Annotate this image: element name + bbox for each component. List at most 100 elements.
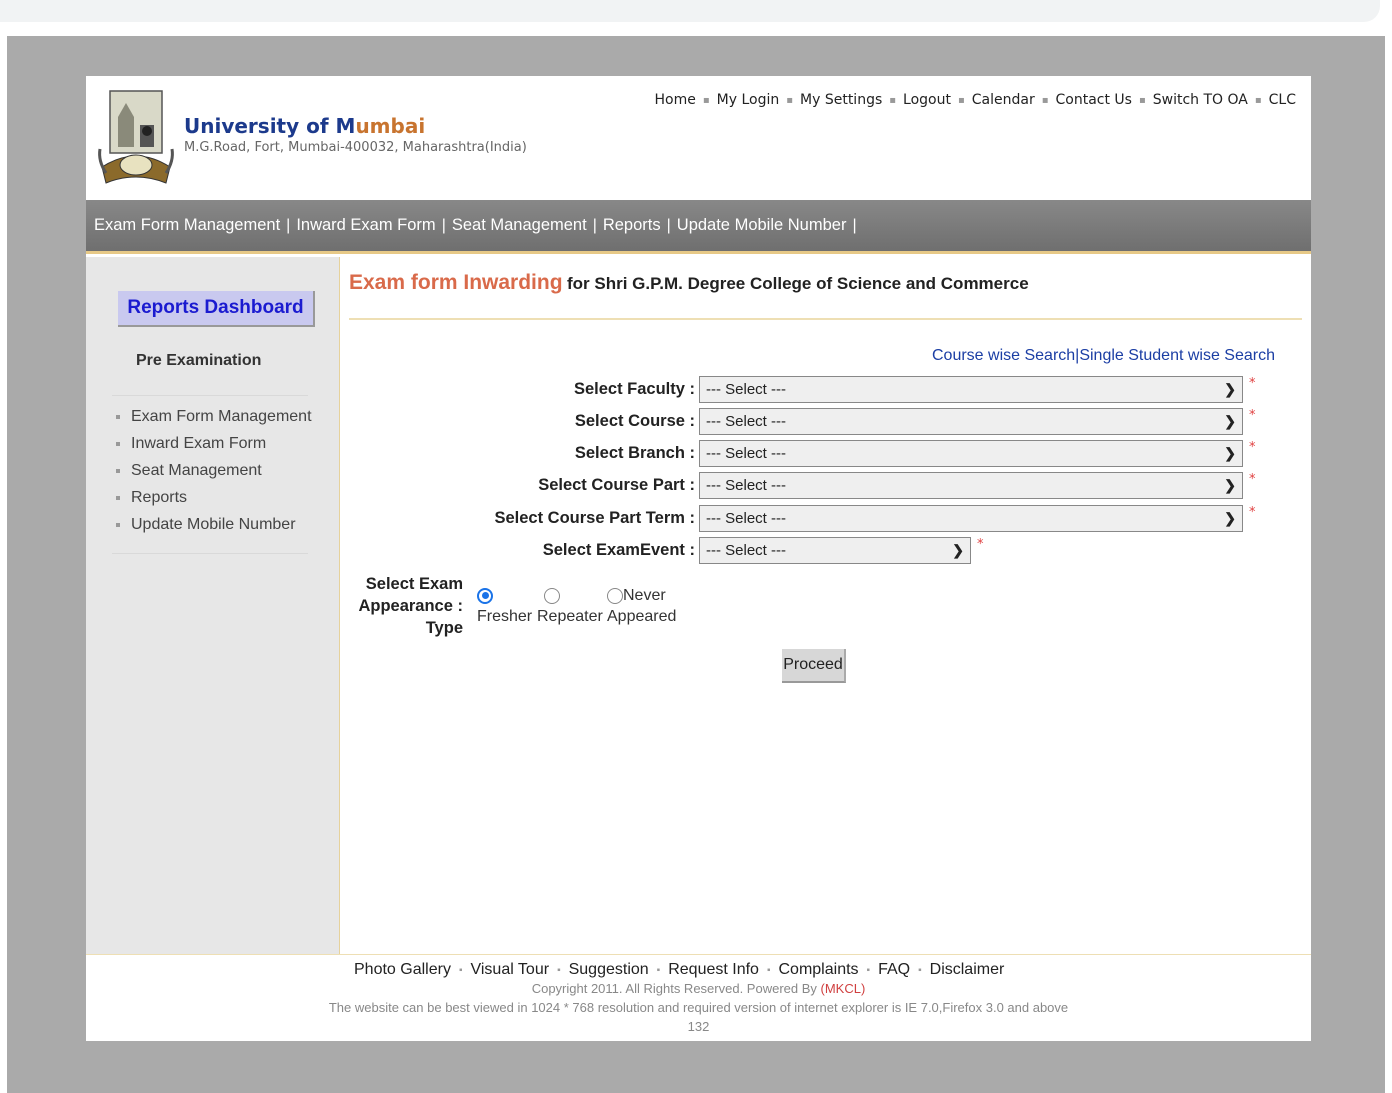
top-link-clc[interactable]: CLC <box>1269 92 1296 108</box>
link-separator: ▪ <box>957 94 965 106</box>
footer-browser-note: The website can be best viewed in 1024 *… <box>328 1000 1069 1015</box>
radio-option-fresher[interactable]: Fresher <box>477 585 532 627</box>
course-row: Select Course : --- Select --- ❯ * <box>349 406 1256 436</box>
chevron-down-icon: ❯ <box>1224 444 1236 461</box>
footer-link-disclaimer[interactable]: Disclaimer <box>930 961 1005 979</box>
required-indicator: * <box>1249 376 1256 391</box>
nav-separator: | <box>592 216 597 234</box>
course-part-term-select-value: --- Select --- <box>706 509 786 527</box>
link-separator: ▪ <box>786 94 794 106</box>
browser-address-bar[interactable] <box>0 0 1380 22</box>
nav-item-seat-management[interactable]: Seat Management <box>452 216 587 235</box>
exam-event-row: Select ExamEvent : --- Select --- ❯ * <box>349 535 984 565</box>
radio-option-never-appeared[interactable]: Never Appeared <box>607 585 676 627</box>
link-separator: ▪ <box>557 964 561 976</box>
course-select[interactable]: --- Select --- ❯ <box>699 407 1243 435</box>
radio-label-never: Never <box>623 587 666 604</box>
link-separator: ▪ <box>766 964 771 976</box>
footer-link-photo-gallery[interactable]: Photo Gallery <box>354 961 451 979</box>
course-wise-search-link[interactable]: Course wise Search <box>932 347 1075 364</box>
sidebar: Reports Dashboard Pre Examination Exam F… <box>86 257 340 954</box>
course-part-select-value: --- Select --- <box>706 476 786 494</box>
sidebar-item-inward-exam-form[interactable]: Inward Exam Form <box>116 430 312 457</box>
page-title: Exam form Inwarding for Shri G.P.M. Degr… <box>349 271 1029 295</box>
chevron-down-icon: ❯ <box>1224 380 1236 397</box>
link-separator: ▪ <box>656 964 661 976</box>
faculty-row: Select Faculty : --- Select --- ❯ * <box>349 374 1256 404</box>
course-select-value: --- Select --- <box>706 412 786 430</box>
page-container: University of Mumbai M.G.Road, Fort, Mum… <box>86 76 1311 1041</box>
sidebar-item-label: Inward Exam Form <box>131 435 267 452</box>
footer-link-request-info[interactable]: Request Info <box>668 961 759 979</box>
sidebar-divider <box>112 553 308 554</box>
radio-button-fresher[interactable] <box>477 587 493 604</box>
appearance-label-line: Type <box>425 619 463 637</box>
single-student-search-link[interactable]: Single Student wise Search <box>1079 347 1275 364</box>
radio-label-fresher: Fresher <box>477 608 533 625</box>
link-separator: ▪ <box>1041 94 1049 106</box>
link-separator: ▪ <box>866 964 871 976</box>
mkcl-link[interactable]: (MKCL) <box>821 981 866 996</box>
sidebar-item-reports[interactable]: Reports <box>116 484 312 511</box>
bullet-icon <box>116 495 120 500</box>
footer-divider <box>86 954 1311 955</box>
sidebar-section-title: Pre Examination <box>136 352 262 369</box>
required-indicator: * <box>1249 505 1256 520</box>
sidebar-divider <box>112 395 308 396</box>
footer-links: Photo Gallery ▪ Visual Tour ▪ Suggestion ▪ Req… <box>354 961 1004 979</box>
branch-select-value: --- Select --- <box>706 444 786 462</box>
nav-item-inward-exam-form[interactable]: Inward Exam Form <box>296 216 435 235</box>
radio-button-repeater[interactable] <box>544 587 560 604</box>
required-indicator: * <box>977 537 984 552</box>
page-title-main: Exam form Inwarding <box>349 271 563 294</box>
sidebar-item-label: Update Mobile Number <box>131 516 296 533</box>
nav-separator: | <box>286 216 291 234</box>
sidebar-item-update-mobile-number[interactable]: Update Mobile Number <box>116 511 312 538</box>
link-separator: ▪ <box>889 94 897 106</box>
faculty-label: Select Faculty : <box>573 379 695 398</box>
sidebar-item-exam-form-management[interactable]: Exam Form Management <box>116 403 312 430</box>
course-label: Select Course : <box>574 411 695 430</box>
footer-link-faq[interactable]: FAQ <box>878 961 910 979</box>
nav-item-reports[interactable]: Reports <box>603 216 661 235</box>
footer-link-complaints[interactable]: Complaints <box>779 961 859 979</box>
chevron-down-icon: ❯ <box>952 541 964 558</box>
link-separator: ▪ <box>1254 94 1262 106</box>
sidebar-item-label: Exam Form Management <box>131 408 312 425</box>
university-crest-logo[interactable] <box>96 87 176 191</box>
faculty-select-value: --- Select --- <box>706 380 786 398</box>
top-links: Home ▪ My Login ▪ My Settings ▪ Logout ▪ Calenda… <box>655 92 1296 108</box>
nav-item-update-mobile-number[interactable]: Update Mobile Number <box>677 216 847 235</box>
branch-select[interactable]: --- Select --- ❯ <box>699 439 1243 467</box>
exam-event-select[interactable]: --- Select --- ❯ <box>699 536 971 564</box>
bullet-icon <box>116 468 120 473</box>
top-link-home[interactable]: Home <box>655 92 696 108</box>
appearance-type-label: Select Exam Appearance : Type <box>349 573 463 639</box>
page-background: University of Mumbai M.G.Road, Fort, Mum… <box>7 36 1385 1093</box>
top-link-my-login[interactable]: My Login <box>717 92 780 108</box>
proceed-button[interactable]: Proceed <box>782 649 846 683</box>
nav-item-exam-form-management[interactable]: Exam Form Management <box>94 216 280 235</box>
top-link-contact-us[interactable]: Contact Us <box>1056 92 1132 108</box>
course-part-term-label: Select Course Part Term : <box>494 508 695 527</box>
browser-top-strip <box>0 0 1392 36</box>
top-link-calendar[interactable]: Calendar <box>972 92 1035 108</box>
course-part-term-select[interactable]: --- Select --- ❯ <box>699 504 1243 532</box>
faculty-select[interactable]: --- Select --- ❯ <box>699 375 1243 403</box>
branch-label: Select Branch : <box>574 443 695 462</box>
university-title-part1: University of M <box>184 114 356 138</box>
branch-row: Select Branch : --- Select --- ❯ * <box>349 438 1256 468</box>
radio-button-never-appeared[interactable] <box>607 587 623 604</box>
top-link-my-settings[interactable]: My Settings <box>800 92 882 108</box>
title-divider <box>349 318 1302 320</box>
appearance-label-line: Appearance : <box>358 597 463 615</box>
top-link-logout[interactable]: Logout <box>903 92 951 108</box>
radio-option-repeater[interactable]: Repeater <box>537 585 603 627</box>
footer-link-visual-tour[interactable]: Visual Tour <box>470 961 549 979</box>
top-link-switch-to-oa[interactable]: Switch TO OA <box>1153 92 1248 108</box>
course-part-select[interactable]: --- Select --- ❯ <box>699 471 1243 499</box>
reports-dashboard-button[interactable]: Reports Dashboard <box>118 291 315 327</box>
sidebar-item-seat-management[interactable]: Seat Management <box>116 457 312 484</box>
footer-link-suggestion[interactable]: Suggestion <box>569 961 649 979</box>
nav-separator: | <box>852 216 857 234</box>
